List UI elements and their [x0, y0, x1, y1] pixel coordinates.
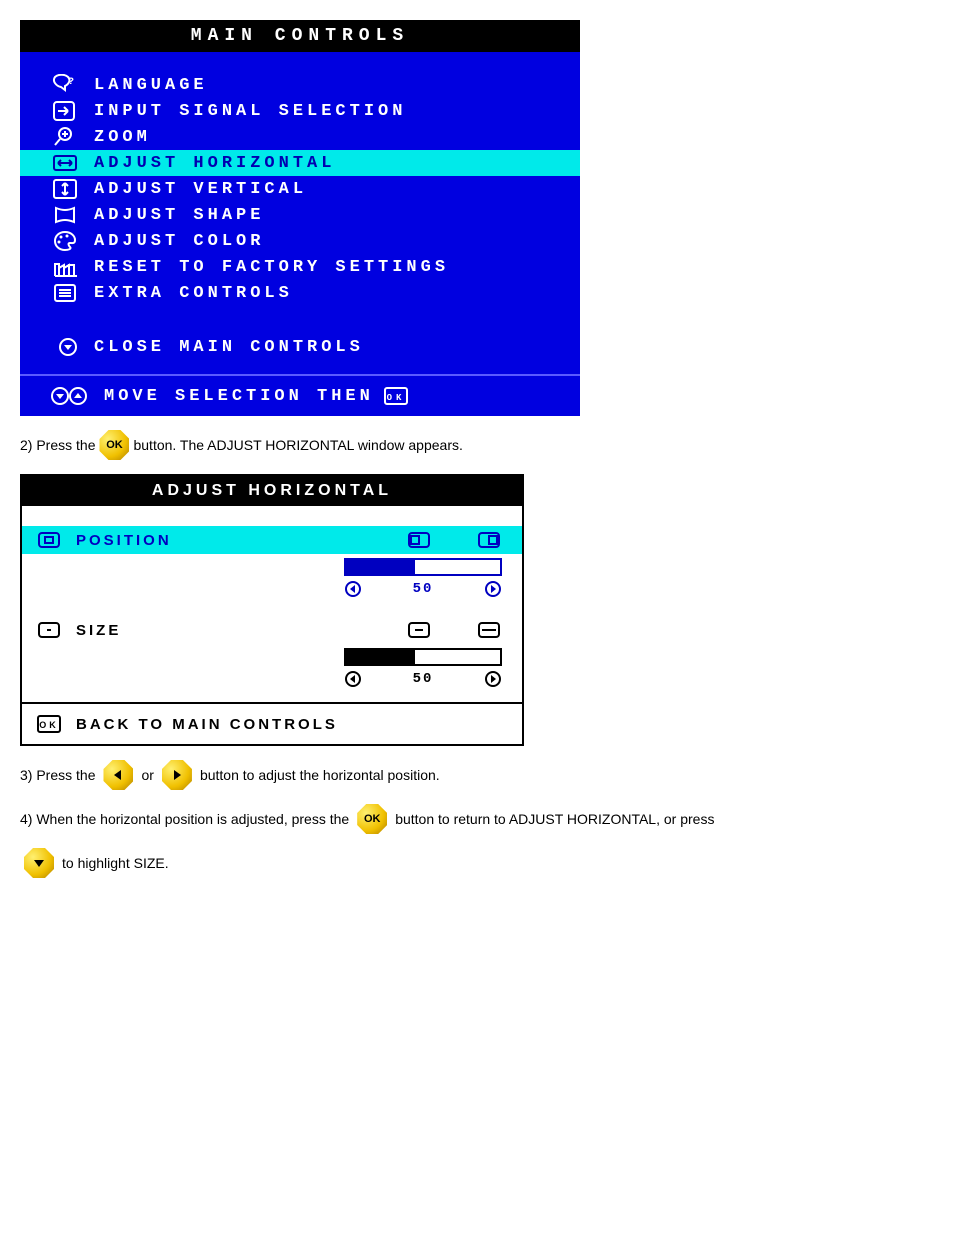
step-4b-instruction: to highlight SIZE.	[20, 848, 934, 878]
adjust-vertical-icon	[50, 178, 80, 200]
menu-item-label: ZOOM	[94, 128, 151, 147]
right-button[interactable]	[162, 760, 192, 790]
adjust-shape-icon	[50, 204, 80, 226]
menu-item-label: RESET TO FACTORY SETTINGS	[94, 258, 449, 277]
menu-item-label: ADJUST VERTICAL	[94, 180, 307, 199]
left-button[interactable]	[103, 760, 133, 790]
menu-item-reset-factory[interactable]: RESET TO FACTORY SETTINGS	[20, 254, 580, 280]
svg-text:OK: OK	[386, 393, 405, 403]
circle-left-icon[interactable]	[344, 670, 362, 688]
menu-item-label: LANGUAGE	[94, 76, 208, 95]
position-label: POSITION	[76, 532, 172, 549]
menu-item-adjust-shape[interactable]: ADJUST SHAPE	[20, 202, 580, 228]
step-2-instruction: 2) Press the OK button. The ADJUST HORIZ…	[20, 430, 934, 460]
menu-item-label: ADJUST HORIZONTAL	[94, 154, 335, 173]
position-right-pic-icon	[476, 530, 502, 550]
step3-suffix: button to adjust the horizontal position…	[200, 767, 440, 783]
adjust-horizontal-icon	[50, 152, 80, 174]
menu-item-label: ADJUST SHAPE	[94, 206, 264, 225]
menu-item-adjust-color[interactable]: ADJUST COLOR	[20, 228, 580, 254]
down-button[interactable]	[24, 848, 54, 878]
position-left-pic-icon	[406, 530, 432, 550]
menu-item-input-signal[interactable]: INPUT SIGNAL SELECTION	[20, 98, 580, 124]
adjust-row-size[interactable]: SIZE 5	[22, 612, 522, 702]
close-main-controls[interactable]: CLOSE MAIN CONTROLS	[20, 332, 580, 370]
arrow-input-icon	[50, 100, 80, 122]
step-4-instruction: 4) When the horizontal position is adjus…	[20, 804, 934, 834]
menu-item-label: INPUT SIGNAL SELECTION	[94, 102, 406, 121]
step2-prefix: 2) Press the	[20, 437, 95, 453]
menu-item-extra-controls[interactable]: EXTRA CONTROLS	[20, 280, 580, 306]
circle-right-icon[interactable]	[484, 580, 502, 598]
size-label: SIZE	[76, 622, 121, 639]
size-value: 50	[413, 671, 434, 687]
ok-button[interactable]: OK	[99, 430, 129, 460]
position-slider[interactable]	[344, 558, 502, 576]
step4-prefix: 4) When the horizontal position is adjus…	[20, 811, 349, 827]
menu-item-adjust-horizontal[interactable]: ADJUST HORIZONTAL	[20, 150, 580, 176]
back-to-main-controls[interactable]: OK BACK TO MAIN CONTROLS	[22, 702, 522, 744]
menu-item-adjust-vertical[interactable]: ADJUST VERTICAL	[20, 176, 580, 202]
close-label: CLOSE MAIN CONTROLS	[94, 338, 364, 357]
step2-suffix: button. The ADJUST HORIZONTAL window app…	[133, 437, 462, 453]
list-icon	[50, 282, 80, 304]
step-3-instruction: 3) Press the or button to adjust the hor…	[20, 760, 934, 790]
size-large-pic-icon	[476, 620, 502, 640]
ok-box-icon: OK	[36, 714, 62, 734]
adjust-title: ADJUST HORIZONTAL	[22, 476, 522, 506]
step3-prefix: 3) Press the	[20, 767, 95, 783]
size-small-pic-icon	[406, 620, 432, 640]
main-footer: MOVE SELECTION THEN OK	[20, 376, 580, 416]
circle-right-icon[interactable]	[484, 670, 502, 688]
menu-item-language[interactable]: ? LANGUAGE	[20, 72, 580, 98]
size-slider[interactable]	[344, 648, 502, 666]
speech-question-icon: ?	[50, 74, 80, 96]
factory-icon	[50, 256, 80, 278]
menu-item-label: EXTRA CONTROLS	[94, 284, 293, 303]
ok-box-icon: OK	[384, 387, 408, 405]
circle-left-icon[interactable]	[344, 580, 362, 598]
size-icon	[36, 620, 62, 640]
back-label: BACK TO MAIN CONTROLS	[76, 716, 338, 733]
step4b-text: to highlight SIZE.	[62, 855, 169, 871]
circle-down-icon	[56, 336, 80, 358]
adjust-row-position[interactable]: POSITION	[22, 522, 522, 612]
adjust-body: POSITION	[22, 506, 522, 702]
palette-icon	[50, 230, 80, 252]
ok-button[interactable]: OK	[357, 804, 387, 834]
svg-text:?: ?	[68, 77, 78, 88]
position-icon	[36, 530, 62, 550]
size-slider-fill	[346, 650, 415, 664]
svg-text:OK: OK	[39, 720, 59, 730]
up-down-icons	[50, 386, 90, 406]
menu-item-zoom[interactable]: ZOOM	[20, 124, 580, 150]
main-menu: ? LANGUAGE INPUT SIGNAL SELECTION ZOOM A…	[20, 52, 580, 374]
adjust-horizontal-panel: ADJUST HORIZONTAL POSITION	[20, 474, 524, 746]
menu-item-label: ADJUST COLOR	[94, 232, 264, 251]
position-value: 50	[413, 581, 434, 597]
step4-suffix: button to return to ADJUST HORIZONTAL, o…	[395, 811, 714, 827]
footer-label: MOVE SELECTION THEN	[104, 387, 374, 406]
main-controls-panel: MAIN CONTROLS ? LANGUAGE INPUT SIGNAL SE…	[20, 20, 580, 416]
step3-mid: or	[141, 767, 153, 783]
position-slider-fill	[346, 560, 415, 574]
main-controls-title: MAIN CONTROLS	[20, 20, 580, 52]
magnifier-plus-icon	[50, 126, 80, 148]
